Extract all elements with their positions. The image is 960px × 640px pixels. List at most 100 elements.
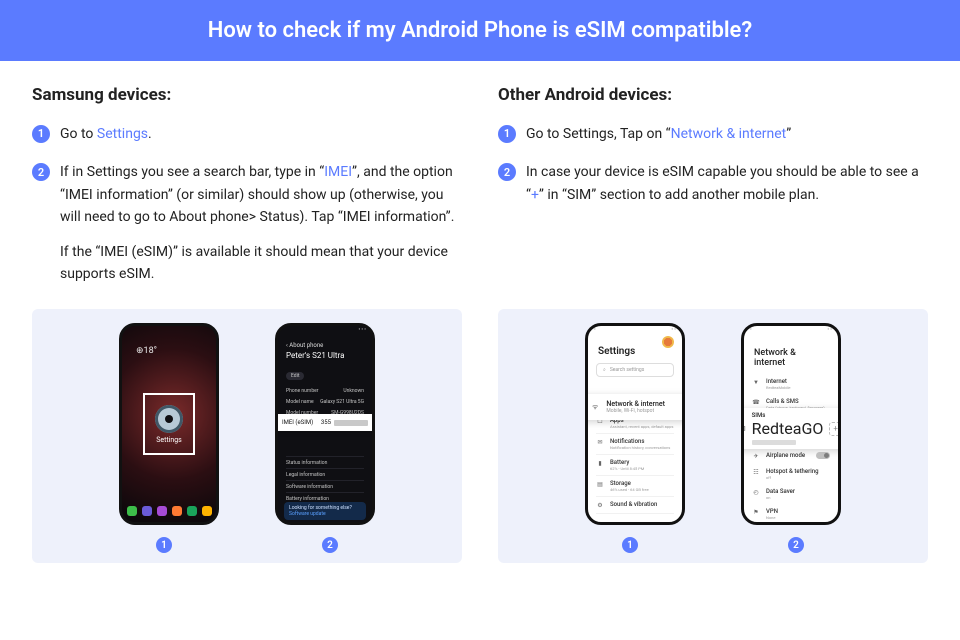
sim-icon: ▥	[741, 425, 746, 432]
dock-app-icon	[157, 506, 167, 516]
samsung-mock-group: •• • • ⊕18° Settings • • • ‹ Ab	[32, 309, 462, 563]
step-body: Go to Settings, Tap on “Network & intern…	[526, 123, 928, 145]
suggestion-card: Looking for something else? Software upd…	[284, 502, 366, 520]
text: If the “IMEI (eSIM)” is available it sho…	[60, 241, 462, 286]
content-columns: Samsung devices: 1 Go to Settings. 2 If …	[0, 61, 960, 301]
android-column: Other Android devices: 1 Go to Settings,…	[498, 85, 928, 301]
search-settings: ⌕ Search settings	[596, 363, 674, 377]
storage-icon: ▤	[596, 481, 604, 488]
row-sub: Assistant, recent apps, default apps	[610, 424, 673, 429]
page-title: How to check if my Android Phone is eSIM…	[208, 18, 752, 43]
mockups-row: •• • • ⊕18° Settings • • • ‹ Ab	[0, 309, 960, 563]
step-number-badge: 1	[498, 125, 516, 143]
text: ”	[786, 126, 791, 142]
phones: •• • Settings ⌕ Search settings ᯤ Networ…	[510, 323, 916, 525]
list-item: ⚙ Sound & vibration	[596, 497, 674, 514]
samsung-step-2: 2 If in Settings you see a search bar, t…	[32, 161, 462, 285]
cta-sub: Software update	[289, 511, 361, 517]
search-placeholder: Search settings	[610, 367, 644, 373]
about-phone-header: ‹ About phone	[278, 336, 372, 351]
status-bar: •• •	[744, 326, 838, 336]
mock-labels: 1 2	[622, 537, 804, 553]
dock-app-icon	[187, 506, 197, 516]
row-label: Internet	[766, 378, 791, 385]
row-label: VPN	[766, 508, 778, 515]
list-item: ✈ Airplane mode	[752, 448, 830, 464]
gear-icon	[155, 405, 183, 433]
sims-callout: ▥ SIMs RedteaGO +	[741, 408, 841, 449]
page-header: How to check if my Android Phone is eSIM…	[0, 0, 960, 61]
samsung-column: Samsung devices: 1 Go to Settings. 2 If …	[32, 85, 462, 301]
hotspot-icon: ☷	[752, 469, 760, 476]
network-internet-link[interactable]: Network & internet	[671, 126, 787, 142]
dock-app-icon	[202, 506, 212, 516]
row-label: Data Saver	[766, 488, 795, 495]
android-heading: Other Android devices:	[498, 85, 928, 105]
row-label: Sound & vibration	[610, 501, 657, 508]
list-item: ▤Storage46% used - 64 GB free	[596, 476, 674, 497]
vpn-icon: ⚑	[752, 509, 760, 516]
airplane-icon: ✈	[752, 453, 760, 460]
battery-icon: ▮	[596, 460, 604, 467]
edit-button: Edit	[286, 372, 304, 380]
imei-link[interactable]: IMEI	[324, 164, 352, 180]
android-step-2: 2 In case your device is eSIM capable yo…	[498, 161, 928, 206]
row-sub: None	[766, 515, 778, 520]
mock-labels: 1 2	[156, 537, 338, 553]
dock	[122, 506, 216, 516]
internet-icon: ▼	[752, 379, 760, 386]
status-bar: •• •	[588, 326, 682, 336]
android-phone-1: •• • Settings ⌕ Search settings ᯤ Networ…	[585, 323, 685, 525]
step-body: Go to Settings.	[60, 123, 462, 145]
datasaver-icon: ◴	[752, 489, 760, 496]
row-sub: 62% - Until 8:45 PM	[610, 466, 644, 471]
settings-icon-label: Settings	[156, 436, 182, 444]
dock-app-icon	[172, 506, 182, 516]
dock-app-icon	[142, 506, 152, 516]
row-label: Hotspot & tethering	[766, 468, 819, 475]
row-label: Notifications	[610, 438, 670, 445]
step-number-badge: 1	[32, 125, 50, 143]
list-item: ✉NotificationsNotification history, conv…	[596, 434, 674, 455]
step-body: If in Settings you see a search bar, typ…	[60, 161, 462, 285]
mock-number-badge: 1	[622, 537, 638, 553]
row-sub: Notification history, conversations	[610, 445, 670, 450]
row-sub: off	[766, 475, 819, 480]
row-label: Calls & SMS	[766, 398, 825, 405]
device-name: Peter's S21 Ultra	[278, 351, 372, 362]
wifi-icon: ᯤ	[592, 403, 598, 412]
dock-app-icon	[127, 506, 137, 516]
masked-value	[334, 420, 368, 426]
row-sub: RedteaMobile	[766, 385, 791, 390]
ni-list-bottom: ✈ Airplane mode ☷ Hotspot & tetheringoff ◴…	[744, 448, 838, 525]
search-icon: ⌕	[603, 367, 606, 373]
row-val: Galaxy S21 Ultra 5G	[320, 399, 364, 405]
android-phone-2: •• • Network & internet ▼InternetRedteaM…	[741, 323, 841, 525]
text: Go to Settings, Tap on “	[526, 126, 671, 142]
weather-widget: ⊕18°	[136, 346, 157, 356]
samsung-phone-2: • • • ‹ About phone Peter's S21 Ultra Ed…	[275, 323, 375, 525]
callout-value: 355	[321, 419, 331, 426]
text: If in Settings you see a search bar, typ…	[60, 164, 324, 180]
text: .	[148, 126, 152, 142]
settings-link[interactable]: Settings	[97, 126, 148, 142]
mock-number-badge: 2	[788, 537, 804, 553]
settings-list: ☐AppsAssistant, recent apps, default app…	[588, 413, 682, 514]
text: ” in “SIM” section to add another mobile…	[539, 187, 819, 203]
step-number-badge: 2	[32, 163, 50, 181]
list-item: Legal information	[286, 468, 364, 480]
masked-bar	[752, 440, 796, 445]
callout-label: Network & internet	[606, 400, 665, 408]
more-list: Status information Legal information Sof…	[286, 456, 364, 504]
row-label: Airplane mode	[766, 452, 805, 459]
samsung-step-1: 1 Go to Settings.	[32, 123, 462, 145]
row-val: Unknown	[343, 388, 364, 394]
list-item: ▼ InternetRedteaMobile	[752, 374, 830, 394]
row-label: Battery	[610, 459, 644, 466]
plus-link[interactable]: +	[531, 187, 539, 203]
sound-icon: ⚙	[596, 502, 604, 509]
row-sub: 46% used - 64 GB free	[610, 487, 649, 492]
imei-esim-callout: IMEI (eSIM) 355	[275, 414, 375, 431]
list-item: ☷ Hotspot & tetheringoff	[752, 464, 830, 484]
list-item: ▮ Battery62% - Until 8:45 PM	[596, 455, 674, 476]
